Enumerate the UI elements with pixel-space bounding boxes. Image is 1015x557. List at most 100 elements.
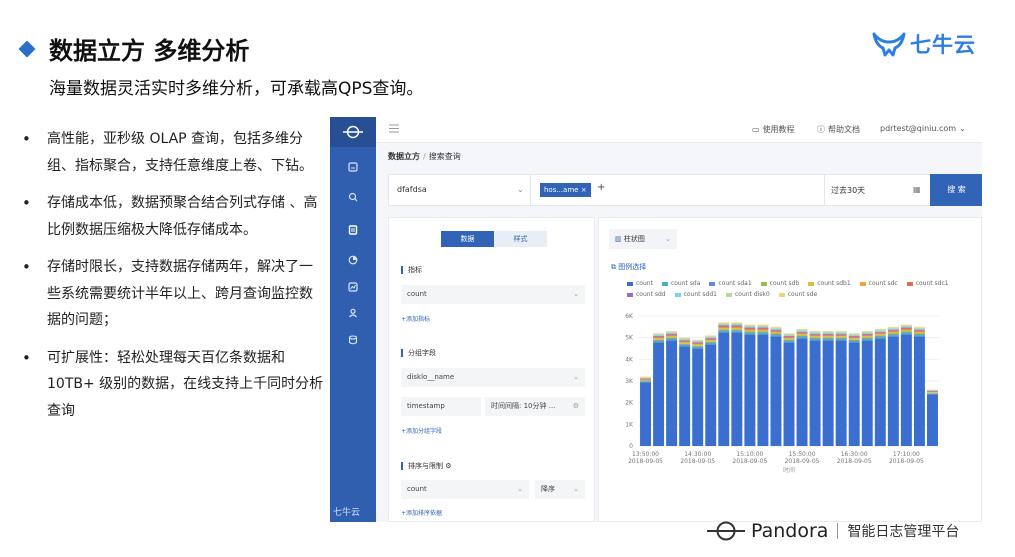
- x-tick-date: 2018-09-05: [785, 458, 820, 465]
- metric-select[interactable]: count ⌄: [401, 285, 585, 304]
- stacked-bar-chart: 01K2K3K4K5K6K13:50:002018-09-0514:30:002…: [625, 313, 939, 474]
- legend-label: count sde: [787, 291, 818, 298]
- sidebar-item-monitor[interactable]: [343, 250, 363, 270]
- field-tag[interactable]: hos...ame ×: [540, 183, 591, 197]
- sidebar-item-search[interactable]: [343, 187, 363, 207]
- x-tick-label: 15:10:00: [736, 451, 763, 458]
- bar-segment: [822, 336, 834, 338]
- bar-segment: [822, 333, 834, 334]
- interval-select[interactable]: 时间间隔: 10分钟 ... ⚙: [485, 397, 585, 416]
- legend-item[interactable]: count sdd: [627, 291, 666, 298]
- feature-item: • 存储成本低，数据预聚合结合列式存储 、高比例数据压缩极大降低存储成本。: [22, 190, 324, 243]
- add-metric-link[interactable]: +添加指标: [401, 314, 430, 323]
- bar-segment: [731, 328, 743, 330]
- bar-segment: [705, 339, 717, 340]
- legend-item[interactable]: count sdc: [859, 280, 898, 287]
- bar-segment: [900, 334, 912, 446]
- legend-label: count sdb: [769, 280, 800, 287]
- legend-swatch: [760, 281, 767, 286]
- bar-segment: [705, 344, 717, 446]
- bar-segment: [900, 328, 912, 330]
- bar-segment: [653, 341, 665, 343]
- legend-select-button[interactable]: ⧉ 图例选择: [611, 262, 646, 272]
- bar-segment: [744, 333, 756, 335]
- bar-segment: [874, 335, 886, 337]
- bar-segment: [705, 339, 717, 341]
- x-tick-date: 2018-09-05: [628, 458, 663, 465]
- chart-type-select[interactable]: ▥ 柱状图 ⌄: [609, 229, 677, 249]
- bar-segment: [822, 338, 834, 340]
- sidebar-item-dashboard[interactable]: [343, 157, 363, 177]
- bar-segment: [705, 335, 717, 337]
- add-sort-link[interactable]: +添加排序依据: [401, 508, 442, 517]
- x-tick-label: 16:30:00: [841, 451, 868, 458]
- bar-segment: [666, 340, 678, 446]
- group-field-select-2[interactable]: timestamp: [401, 397, 481, 416]
- bar-segment: [796, 333, 808, 335]
- bar-segment: [783, 336, 795, 337]
- bar-segment: [835, 333, 847, 335]
- legend-item[interactable]: count sde: [778, 291, 818, 298]
- bar-segment: [796, 337, 808, 339]
- bar-segment: [835, 337, 847, 339]
- help-link[interactable]: ⓘ 帮助文档: [817, 124, 860, 135]
- bar-segment: [822, 339, 834, 341]
- legend-item[interactable]: count sdb1: [808, 280, 851, 287]
- menu-icon[interactable]: [389, 124, 399, 133]
- tutorial-link[interactable]: ▭ 使用教程: [752, 124, 795, 135]
- tab-style[interactable]: 样式: [494, 231, 547, 247]
- legend-item[interactable]: count: [627, 280, 653, 287]
- legend-swatch: [808, 281, 815, 286]
- legend-item[interactable]: count disk0: [725, 291, 770, 298]
- bar-segment: [887, 334, 899, 336]
- bar-segment: [757, 326, 769, 328]
- group-field-select[interactable]: disklo__name ⌄: [401, 368, 585, 387]
- bar-segment: [848, 340, 860, 342]
- bar-segment: [705, 336, 717, 338]
- search-button[interactable]: 搜 索: [930, 174, 982, 206]
- bar-segment: [718, 330, 730, 332]
- tutorial-link-label: 使用教程: [762, 125, 795, 134]
- query-config-panel: 数据 样式 指标 count ⌄ +添加指标 分组字段 disklo__name ⌄…: [388, 217, 595, 522]
- bar-segment: [731, 330, 743, 332]
- bar-segment: [809, 337, 821, 339]
- bar-segment: [679, 340, 691, 342]
- bar-segment: [770, 332, 782, 334]
- sort-order-select[interactable]: 降序 ⌄: [535, 480, 585, 499]
- add-group-link[interactable]: +添加分组字段: [401, 426, 442, 435]
- bar-segment: [913, 334, 925, 336]
- sort-field-select[interactable]: count ⌄: [401, 480, 529, 499]
- legend-item[interactable]: count sdb: [760, 280, 800, 287]
- sidebar-item-report[interactable]: [343, 277, 363, 297]
- close-icon[interactable]: ×: [581, 186, 587, 194]
- bar-segment: [666, 339, 678, 341]
- calendar-icon[interactable]: ▦: [913, 185, 921, 194]
- legend-item[interactable]: count sdc1: [906, 280, 949, 287]
- legend-label: count: [636, 280, 653, 287]
- app-topbar: ▭ 使用教程 ⓘ 帮助文档 pdrtest@qiniu.com ⌄: [376, 117, 982, 143]
- breadcrumb-root[interactable]: 数据立方: [388, 152, 420, 161]
- sidebar-item-database[interactable]: [343, 330, 363, 350]
- time-range-picker[interactable]: 过去30天: [831, 185, 865, 196]
- settings-icon[interactable]: ⚙: [445, 462, 451, 470]
- bar-segment: [861, 334, 873, 336]
- legend-item[interactable]: count sdd1: [674, 291, 717, 298]
- user-menu[interactable]: pdrtest@qiniu.com ⌄: [880, 124, 966, 133]
- sidebar-logo[interactable]: [330, 117, 376, 147]
- tab-data[interactable]: 数据: [441, 231, 494, 247]
- legend-item[interactable]: count sda: [661, 280, 700, 287]
- sidebar-item-users[interactable]: [343, 303, 363, 323]
- query-bar: dfafdsa ⌄ hos...ame × + 过去30天 ▦ 搜 索: [388, 174, 982, 206]
- bar-segment: [770, 333, 782, 335]
- legend-item[interactable]: count sda1: [709, 280, 752, 287]
- chevron-down-icon[interactable]: ⌄: [517, 185, 524, 194]
- bar-segment: [757, 327, 769, 329]
- sidebar-item-cube[interactable]: [343, 220, 363, 240]
- doc-icon: ▭: [752, 125, 760, 134]
- bar-segment: [679, 338, 691, 340]
- bar-segment: [835, 336, 847, 338]
- add-field-button[interactable]: +: [597, 182, 605, 193]
- bar-segment: [783, 336, 795, 338]
- repo-select[interactable]: dfafdsa: [397, 185, 427, 194]
- bar-segment: [666, 338, 678, 340]
